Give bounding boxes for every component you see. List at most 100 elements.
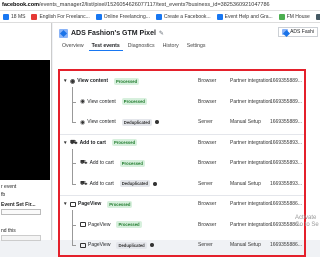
event-row[interactable]: ◉ View content Deduplicated Server Manual Se… — [60, 114, 304, 130]
info-icon[interactable] — [149, 243, 154, 247]
group-divider — [60, 195, 304, 196]
tree-connector — [72, 224, 76, 226]
event-id: 1669355886... — [270, 201, 302, 207]
left-panel-field[interactable] — [1, 209, 41, 215]
event-id: 1669355889... — [270, 78, 302, 84]
bookmark-item[interactable]: FM House — [278, 13, 310, 20]
chevron-down-icon[interactable]: ▾ — [64, 78, 68, 84]
gtm-logo-icon — [282, 29, 289, 35]
event-row[interactable]: ⛟ Add to cart Processed Browser Partner inte… — [60, 155, 304, 171]
bookmark-favicon-icon — [95, 13, 102, 20]
event-integration: Partner integration — [230, 160, 272, 166]
info-icon[interactable] — [155, 120, 160, 124]
event-integration: Partner integration — [230, 139, 272, 146]
pageview-icon — [80, 242, 86, 248]
tree-connector — [72, 245, 76, 246]
info-icon[interactable] — [153, 181, 158, 186]
status-badge: Deduplicated — [119, 180, 151, 187]
cart-icon: ⛟ — [80, 180, 88, 187]
chevron-down-icon[interactable]: ▾ — [64, 140, 68, 146]
event-source: Server — [198, 180, 213, 187]
edit-pencil-icon[interactable]: ✎ — [159, 30, 164, 37]
cart-icon: ⛟ — [80, 160, 88, 166]
left-panel: r event fb Event Set Fir... nd this — [0, 23, 52, 241]
event-row[interactable]: ◉ View content Processed Browser Partner int… — [60, 94, 304, 110]
event-id: 1669355886... — [270, 242, 302, 248]
left-panel-text: Event Set Fir... — [1, 202, 36, 208]
cart-icon: ⛟ — [70, 139, 78, 146]
event-name: PageView — [88, 242, 111, 248]
event-source: Server — [198, 242, 213, 248]
eye-icon: ◉ — [80, 99, 86, 105]
event-id: 1669355893... — [270, 180, 302, 187]
left-panel-button[interactable] — [1, 235, 41, 241]
event-source: Browser — [198, 78, 217, 84]
event-row[interactable]: PageView Processed Browser Partner integrat… — [60, 217, 304, 233]
business-selector[interactable]: ADS Fashi — [278, 27, 318, 37]
tree-connector — [72, 163, 76, 164]
status-badge: Processed — [116, 221, 142, 228]
event-row[interactable]: PageView Deduplicated Server Manual Setup 16… — [60, 237, 304, 253]
tab-settings[interactable]: Settings — [184, 42, 209, 51]
business-selector-label: ADS Fashi — [290, 29, 314, 35]
event-name: Add to cart — [89, 160, 114, 166]
tab-diagnostics[interactable]: Diagnostics — [125, 42, 158, 51]
event-name: View content — [87, 119, 116, 125]
event-row[interactable]: ▾ ⛟ Add to cart Processed Browser Partner int… — [60, 135, 304, 151]
bookmark-label: FM House — [286, 13, 310, 20]
tree-connector — [72, 101, 76, 103]
event-id: 1669355893... — [270, 139, 302, 146]
bookmark-item[interactable]: English For Freelanc... — [31, 13, 90, 20]
event-source: Browser — [198, 221, 217, 228]
event-row[interactable]: ▾ PageView Processed Browser Partner integra… — [60, 196, 304, 212]
event-name: PageView — [78, 201, 102, 207]
status-badge: Processed — [119, 159, 145, 167]
event-row[interactable]: ⛟ Add to cart Deduplicated Server Manual Set… — [60, 176, 304, 192]
event-id: 1669355889... — [270, 98, 302, 105]
event-integration: Partner integration — [230, 78, 272, 84]
event-integration: Manual Setup — [230, 119, 261, 125]
chevron-down-icon[interactable]: ▾ — [64, 201, 68, 207]
event-name: PageView — [88, 221, 111, 228]
pageview-icon — [80, 222, 86, 227]
bookmark-label: 18 MS — [11, 13, 26, 20]
tab-history[interactable]: History — [160, 42, 182, 51]
event-id: 1669355893... — [270, 160, 302, 166]
bookmark-label: Create a Facebook... — [163, 13, 211, 20]
bookmark-item[interactable]: Free SEO Certificat... — [315, 13, 320, 20]
tab-bar: Overview Test events Diagnostics History Set… — [59, 42, 209, 51]
bookmark-item[interactable]: 18 MS — [3, 13, 26, 20]
left-panel-text: r event — [1, 184, 17, 190]
event-source: Browser — [198, 201, 217, 207]
bookmark-item[interactable]: Create a Facebook... — [155, 13, 211, 20]
bookmark-item[interactable]: Online Freelancing... — [95, 13, 150, 20]
event-row[interactable]: ▾ ◉ View content Processed Browser Partner in… — [60, 73, 304, 89]
event-id: 1669355889... — [270, 119, 302, 125]
bookmark-label: Online Freelancing... — [103, 13, 150, 20]
left-panel-text: nd this — [1, 228, 16, 234]
bookmark-label: English For Freelanc... — [39, 13, 90, 20]
page-title: ADS Fashion's GTM Pixel — [71, 29, 156, 37]
windows-activation-watermark: Activate Go to Se — [295, 215, 319, 228]
bookmark-favicon-icon — [155, 13, 162, 20]
tree-connector — [72, 122, 76, 123]
event-name: View content — [87, 98, 116, 105]
event-integration: Partner integration — [230, 201, 272, 207]
gtm-logo-icon — [59, 28, 68, 38]
video-preview — [0, 60, 50, 180]
address-bar[interactable]: facebook.com/events_manager2/list/pixel/… — [0, 0, 320, 11]
bookmark-item[interactable]: Event Help and Gra... — [216, 13, 273, 20]
tab-overview[interactable]: Overview — [59, 42, 87, 51]
status-badge: Deduplicated — [121, 118, 153, 126]
group-divider — [60, 133, 304, 135]
status-badge: Processed — [111, 139, 138, 146]
event-source: Browser — [198, 139, 217, 146]
bookmark-favicon-icon — [31, 13, 38, 20]
url-text: facebook.com/events_manager2/list/pixel/… — [2, 2, 270, 8]
event-name: Add to cart — [79, 139, 106, 146]
event-name: View content — [77, 78, 108, 84]
bookmark-favicon-icon — [315, 13, 320, 20]
tab-test-events[interactable]: Test events — [88, 42, 123, 51]
event-integration: Manual Setup — [230, 242, 261, 248]
event-integration: Partner integration — [230, 98, 272, 105]
